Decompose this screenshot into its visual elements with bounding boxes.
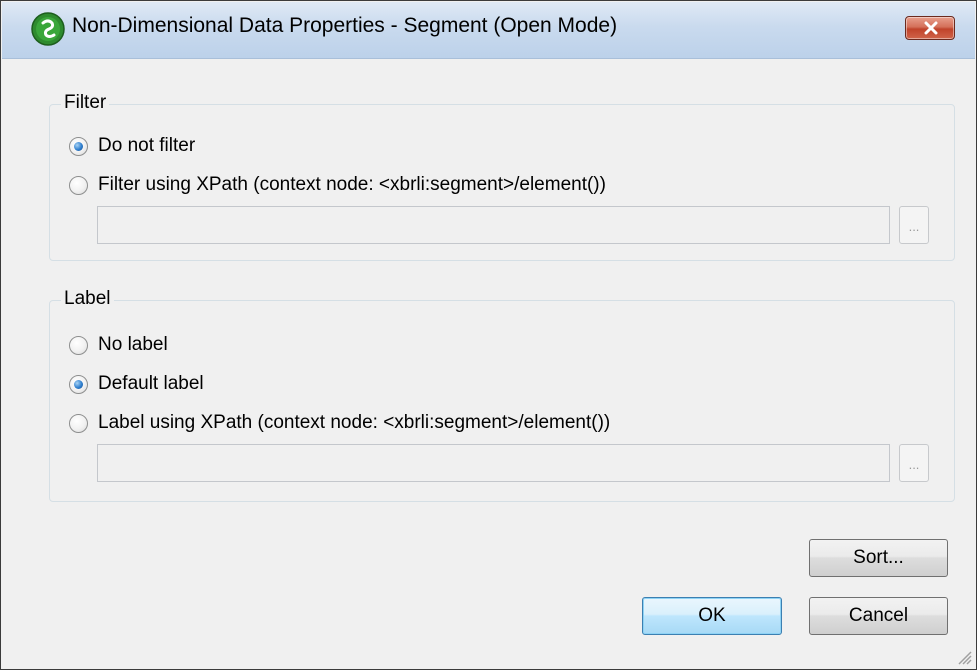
cancel-button[interactable]: Cancel: [809, 597, 948, 635]
close-x-icon: [924, 21, 938, 35]
radio-no-label[interactable]: No label: [69, 334, 168, 356]
filter-xpath-input[interactable]: [97, 206, 890, 244]
sort-button[interactable]: Sort...: [809, 539, 948, 577]
radio-button-checked[interactable]: [69, 136, 88, 156]
radio-label-xpath[interactable]: Label using XPath (context node: <xbrli:…: [69, 412, 610, 434]
altova-app-icon: [31, 12, 65, 46]
radio-label: Default label: [98, 373, 204, 394]
radio-default-label[interactable]: Default label: [69, 373, 204, 395]
radio-filter-xpath[interactable]: Filter using XPath (context node: <xbrli…: [69, 174, 606, 196]
title-bar[interactable]: Non-Dimensional Data Properties - Segmen…: [2, 2, 975, 59]
window-title: Non-Dimensional Data Properties - Segmen…: [72, 14, 618, 37]
radio-button-checked[interactable]: [69, 374, 88, 394]
resize-grip-icon[interactable]: [954, 647, 972, 665]
label-xpath-input[interactable]: [97, 444, 890, 482]
radio-button[interactable]: [69, 335, 88, 355]
filter-xpath-browse-button[interactable]: ...: [899, 206, 929, 244]
radio-label: Label using XPath (context node: <xbrli:…: [98, 412, 611, 433]
filter-group-label: Filter: [61, 92, 110, 114]
dialog-window: Non-Dimensional Data Properties - Segmen…: [0, 0, 977, 670]
radio-label: Do not filter: [98, 135, 196, 156]
radio-button[interactable]: [69, 413, 88, 433]
close-button[interactable]: [905, 16, 955, 40]
radio-button[interactable]: [69, 175, 88, 195]
label-group-label: Label: [61, 288, 114, 310]
radio-label: No label: [98, 334, 168, 355]
radio-do-not-filter[interactable]: Do not filter: [69, 135, 195, 157]
ok-button[interactable]: OK: [642, 597, 782, 635]
radio-label: Filter using XPath (context node: <xbrli…: [98, 174, 606, 195]
label-xpath-browse-button[interactable]: ...: [899, 444, 929, 482]
